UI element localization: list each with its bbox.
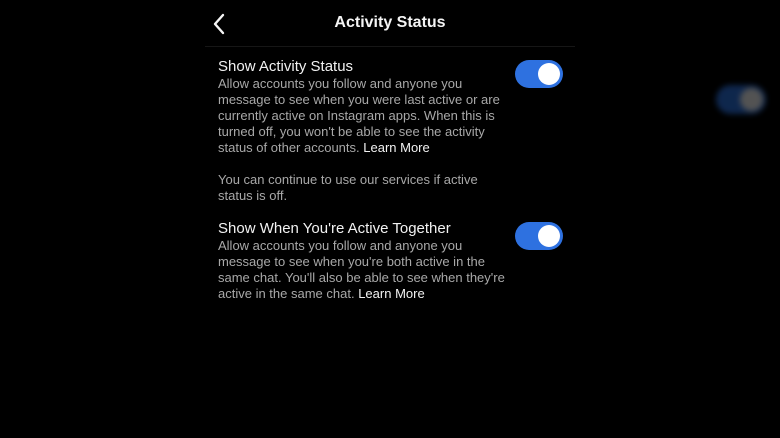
activity-status-toggle[interactable] — [515, 60, 563, 88]
activity-status-section: Show Activity Status Allow accounts you … — [205, 58, 575, 156]
screen: Activity Status Show Activity Status All… — [0, 0, 780, 438]
active-together-title: Show When You're Active Together — [218, 220, 451, 237]
page-title: Activity Status — [334, 14, 446, 31]
toggle-knob — [538, 63, 560, 85]
active-status-note-text: You can continue to use our services if … — [218, 172, 478, 203]
active-together-toggle[interactable] — [515, 222, 563, 250]
active-together-section: Show When You're Active Together Allow a… — [205, 220, 575, 302]
active-together-description: Allow accounts you follow and anyone you… — [218, 238, 505, 302]
active-together-learn-more-link[interactable]: Learn More — [358, 286, 424, 301]
header: Activity Status — [205, 0, 575, 47]
blurred-background-left — [14, 0, 234, 106]
activity-status-description: Allow accounts you follow and anyone you… — [218, 76, 505, 156]
activity-status-title: Show Activity Status — [218, 58, 354, 75]
blurred-toggle — [716, 85, 766, 114]
active-status-note: You can continue to use our services if … — [205, 172, 575, 204]
toggle-knob — [538, 225, 560, 247]
settings-panel: Activity Status Show Activity Status All… — [205, 0, 575, 438]
activity-status-learn-more-link[interactable]: Learn More — [363, 140, 429, 155]
activity-status-description-text: Allow accounts you follow and anyone you… — [218, 76, 500, 155]
